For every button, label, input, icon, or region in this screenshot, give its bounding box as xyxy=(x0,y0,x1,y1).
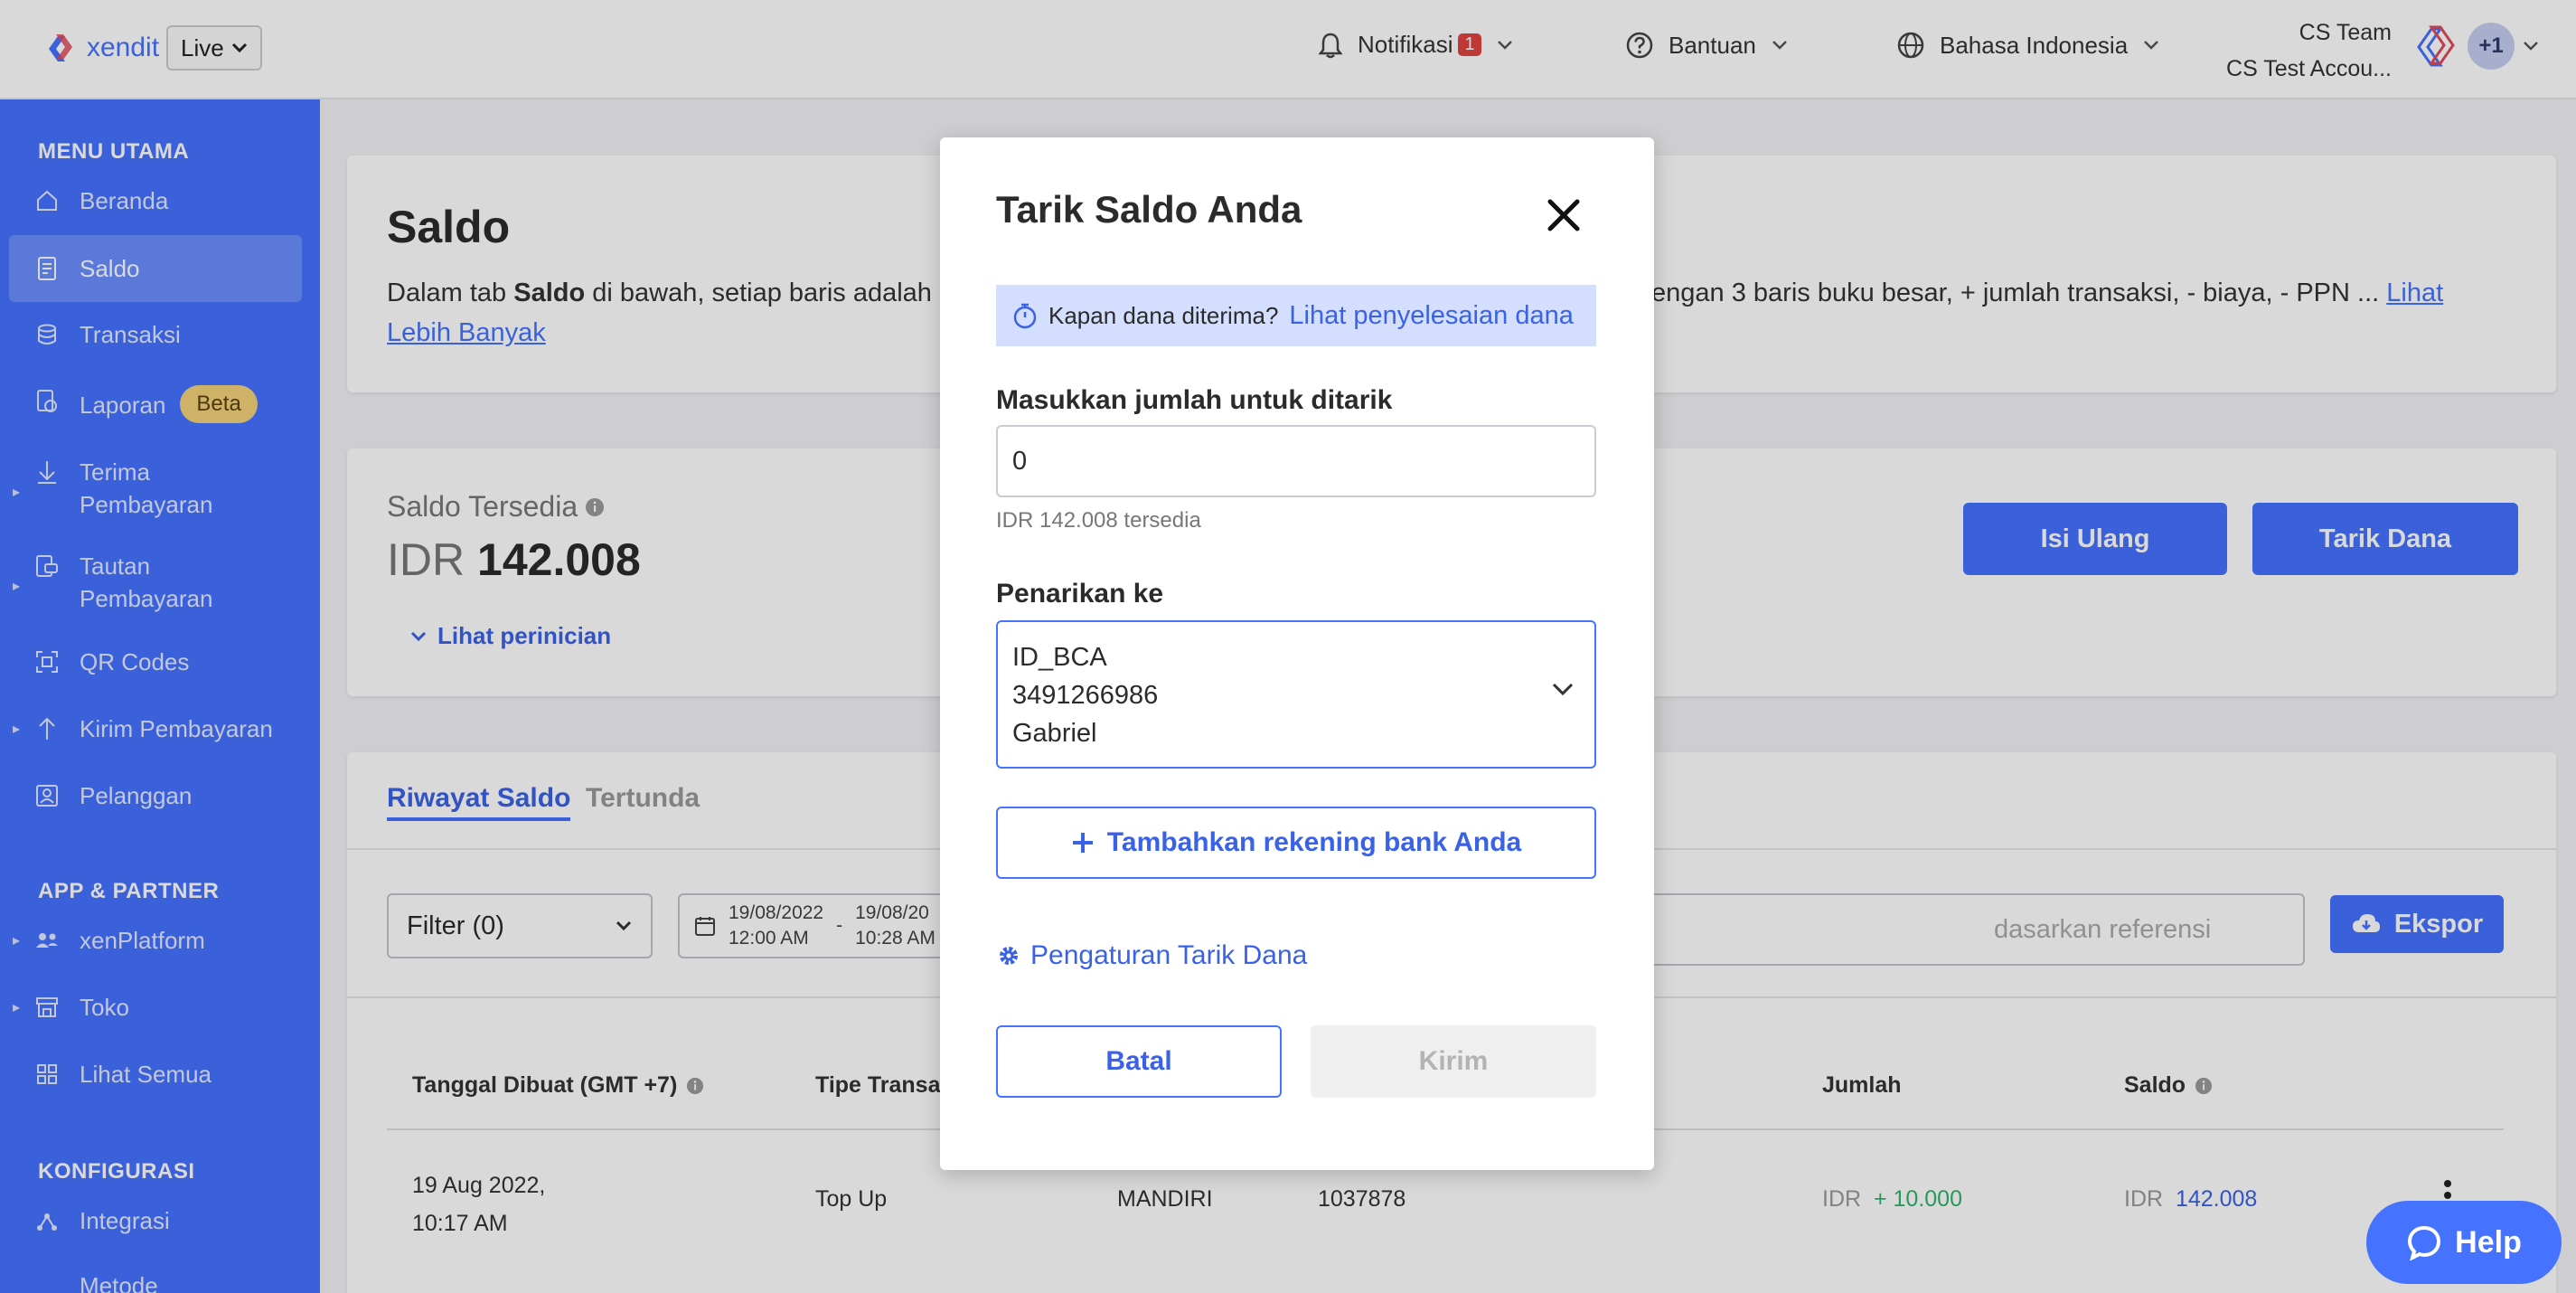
info-question: Kapan dana diterima? xyxy=(1048,301,1279,329)
gear-icon xyxy=(1000,947,1018,965)
available-balance-hint: IDR 142.008 tersedia xyxy=(996,508,1201,533)
destination-account-name: Gabriel xyxy=(1012,719,1097,748)
help-widget-label: Help xyxy=(2455,1224,2522,1260)
destination-label: Penarikan ke xyxy=(996,579,1164,609)
chevron-down-icon xyxy=(1552,683,1574,696)
destination-bank: ID_BCA xyxy=(1012,643,1107,672)
destination-account-select[interactable]: ID_BCA 3491266986 Gabriel xyxy=(996,620,1596,769)
amount-input[interactable]: 0 xyxy=(996,425,1596,497)
submit-button[interactable]: Kirim xyxy=(1311,1025,1596,1098)
stopwatch-icon xyxy=(1013,303,1037,329)
add-bank-label: Tambahkan rekening bank Anda xyxy=(1106,827,1522,857)
amount-input-value: 0 xyxy=(1012,446,1028,476)
cancel-button[interactable]: Batal xyxy=(996,1025,1282,1098)
help-widget-button[interactable]: Help xyxy=(2366,1201,2562,1284)
settings-label: Pengaturan Tarik Dana xyxy=(1030,940,1308,970)
add-bank-account-button[interactable]: Tambahkan rekening bank Anda xyxy=(996,807,1596,879)
withdraw-settings-link[interactable]: Pengaturan Tarik Dana xyxy=(996,940,1307,971)
plus-icon xyxy=(1072,833,1093,853)
chat-bubble-icon xyxy=(2408,1225,2441,1260)
settlement-info-banner: Kapan dana diterima? Lihat penyelesaian … xyxy=(996,285,1596,346)
withdraw-modal: Tarik Saldo Anda Kapan dana diterima? Li… xyxy=(940,137,1654,1170)
settlement-link[interactable]: Lihat penyelesaian dana xyxy=(1289,301,1573,331)
close-icon[interactable] xyxy=(1546,197,1582,233)
modal-title: Tarik Saldo Anda xyxy=(996,188,1302,231)
destination-account-number: 3491266986 xyxy=(1012,681,1159,710)
amount-label: Masukkan jumlah untuk ditarik xyxy=(996,385,1393,415)
